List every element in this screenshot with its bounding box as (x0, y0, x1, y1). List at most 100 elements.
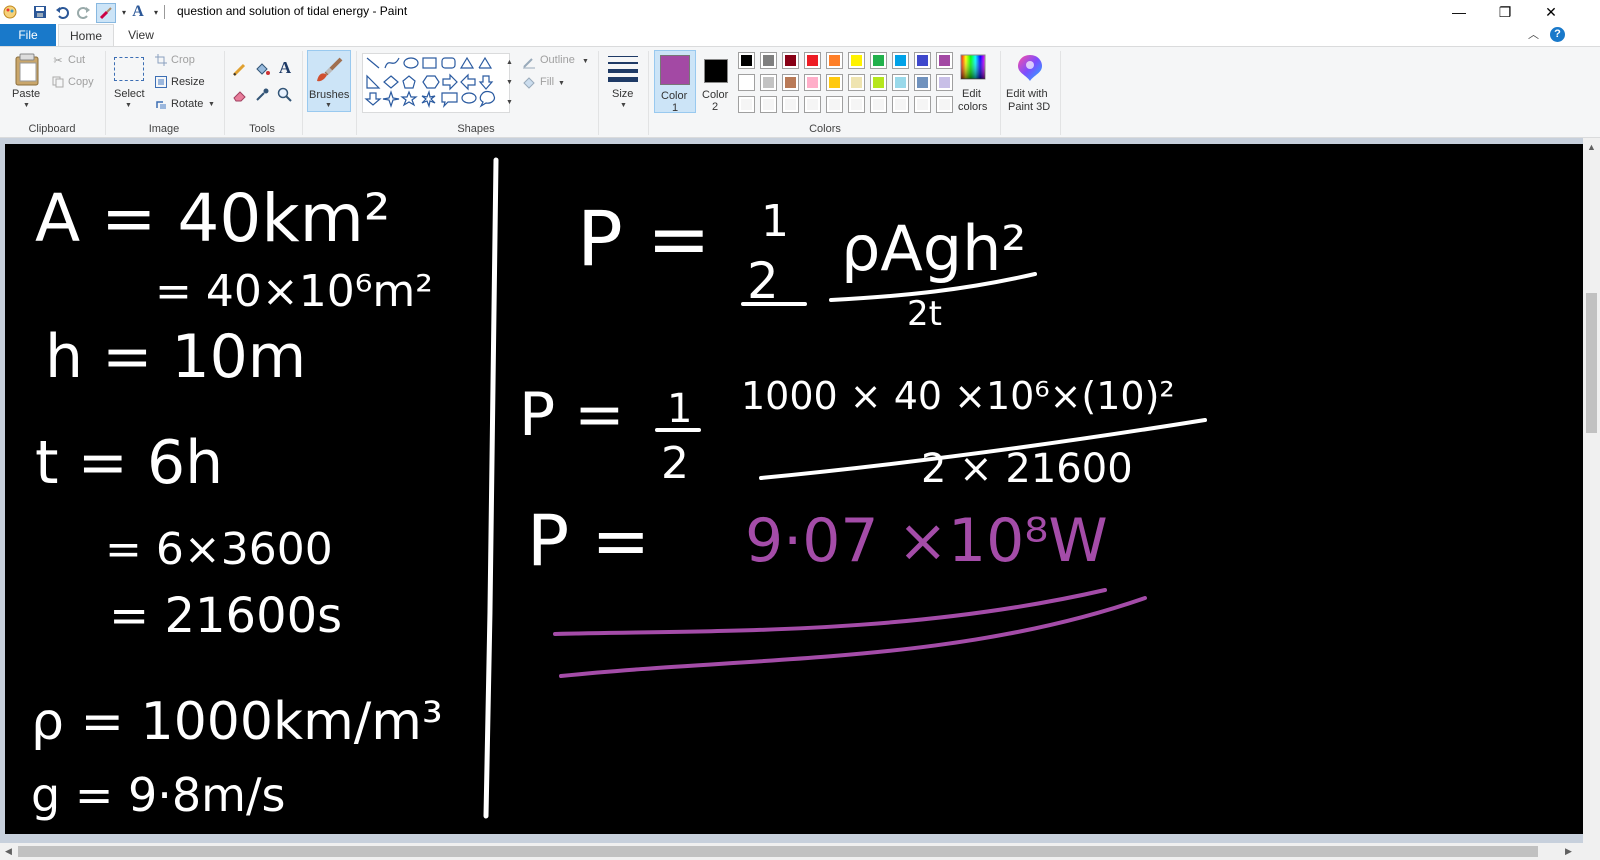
palette-swatch[interactable] (848, 52, 865, 69)
color1-button[interactable]: Color 1 (654, 50, 696, 114)
crop-icon[interactable] (155, 54, 167, 66)
collapse-ribbon-icon[interactable]: ︿ (1528, 26, 1539, 42)
palette-swatch-color (741, 99, 752, 110)
edit-colors-label-line2[interactable]: colors (958, 101, 987, 113)
palette-swatch[interactable] (892, 74, 909, 91)
edit-colors-icon[interactable] (960, 54, 986, 80)
resize-icon[interactable] (155, 76, 167, 88)
palette-swatch[interactable] (804, 96, 821, 113)
save-icon[interactable] (32, 4, 48, 20)
palette-swatch-color (763, 77, 774, 88)
palette-swatch[interactable] (760, 96, 777, 113)
rotate-dropdown-icon[interactable]: ▼ (208, 101, 215, 108)
paint3d-icon[interactable] (1016, 53, 1044, 83)
shapes-scroll-up-icon[interactable]: ▲ (506, 59, 513, 66)
text-tool-icon[interactable]: A (277, 58, 293, 77)
outline-dropdown-icon[interactable]: ▼ (582, 58, 589, 65)
rotate-button[interactable]: Rotate (171, 98, 203, 110)
text-tool-quick-icon[interactable]: A (130, 3, 146, 20)
size-dropdown-icon[interactable]: ▼ (620, 102, 627, 109)
palette-swatch[interactable] (870, 52, 887, 69)
palette-swatch[interactable] (738, 52, 755, 69)
palette-swatch[interactable] (892, 52, 909, 69)
horizontal-scrollbar[interactable]: ◀ ▶ (0, 843, 1583, 860)
paint3d-label-line1[interactable]: Edit with (1006, 88, 1048, 100)
palette-swatch[interactable] (782, 96, 799, 113)
cut-button[interactable]: Cut (68, 54, 85, 66)
select-dropdown-icon[interactable]: ▼ (125, 102, 132, 109)
palette-swatch[interactable] (914, 52, 931, 69)
palette-swatch[interactable] (826, 74, 843, 91)
select-button[interactable]: Select (114, 88, 145, 100)
brushes-button[interactable]: Brushes ▼ (307, 50, 351, 112)
fill-bucket-icon[interactable] (254, 61, 270, 77)
palette-swatch[interactable] (760, 52, 777, 69)
drawing-canvas[interactable]: A = 40km² = 40×10⁶m² h = 10m t = 6h = 6×… (5, 144, 1588, 834)
brush-quick-icon[interactable] (96, 3, 116, 23)
edit-colors-label-line1[interactable]: Edit (962, 88, 981, 100)
vertical-scroll-thumb[interactable] (1586, 293, 1597, 433)
palette-swatch[interactable] (892, 96, 909, 113)
palette-swatch[interactable] (826, 96, 843, 113)
copy-button[interactable]: Copy (68, 76, 94, 88)
palette-swatch[interactable] (848, 74, 865, 91)
shapes-gallery[interactable] (362, 53, 510, 113)
customize-quick-access-icon[interactable]: ▾ (148, 4, 164, 20)
scroll-right-arrow-icon[interactable]: ▶ (1565, 846, 1572, 857)
paint-app-icon[interactable] (2, 4, 18, 20)
pencil-icon[interactable] (232, 61, 248, 77)
scroll-left-arrow-icon[interactable]: ◀ (5, 846, 12, 857)
cut-icon[interactable]: ✂ (52, 54, 64, 67)
fill-dropdown-icon[interactable]: ▼ (558, 80, 565, 87)
palette-swatch[interactable] (782, 52, 799, 69)
undo-icon[interactable] (54, 4, 70, 20)
palette-swatch[interactable] (804, 74, 821, 91)
paste-icon[interactable] (12, 53, 42, 87)
restore-button[interactable]: ❐ (1482, 0, 1528, 24)
magnifier-icon[interactable] (277, 87, 293, 103)
tab-view[interactable]: View (118, 24, 164, 46)
palette-swatch[interactable] (914, 96, 931, 113)
help-icon[interactable]: ? (1550, 27, 1565, 42)
redo-icon[interactable] (76, 4, 92, 20)
shapes-scroll-down-icon[interactable]: ▼ (506, 79, 513, 86)
resize-button[interactable]: Resize (171, 76, 205, 88)
horizontal-scroll-thumb[interactable] (18, 846, 1538, 857)
scroll-up-arrow-icon[interactable]: ▲ (1587, 142, 1596, 152)
eraser-icon[interactable] (232, 87, 248, 103)
close-button[interactable]: ✕ (1528, 0, 1574, 24)
vertical-scrollbar[interactable]: ▲ (1583, 138, 1600, 843)
palette-swatch[interactable] (848, 96, 865, 113)
palette-swatch[interactable] (826, 52, 843, 69)
size-button[interactable]: Size (612, 88, 633, 100)
paste-button[interactable]: Paste (12, 88, 40, 100)
palette-swatch[interactable] (738, 74, 755, 91)
outline-button[interactable]: Outline (540, 54, 575, 66)
palette-swatch[interactable] (936, 52, 953, 69)
palette-swatch[interactable] (870, 96, 887, 113)
paint3d-label-line2[interactable]: Paint 3D (1008, 101, 1050, 113)
size-icon[interactable] (606, 53, 640, 83)
palette-swatch[interactable] (936, 74, 953, 91)
fill-icon[interactable] (522, 76, 536, 90)
palette-swatch[interactable] (782, 74, 799, 91)
tab-file[interactable]: File (0, 24, 56, 46)
palette-swatch[interactable] (760, 74, 777, 91)
paste-dropdown-icon[interactable]: ▼ (23, 102, 30, 109)
minimize-button[interactable]: — (1436, 0, 1482, 24)
copy-icon[interactable] (52, 76, 64, 88)
outline-icon[interactable] (522, 55, 536, 69)
shapes-expand-icon[interactable]: ▼ (506, 99, 513, 106)
palette-swatch[interactable] (870, 74, 887, 91)
palette-swatch[interactable] (914, 74, 931, 91)
tab-home[interactable]: Home (58, 24, 114, 46)
crop-button[interactable]: Crop (171, 54, 195, 66)
color2-button[interactable]: Color 2 (698, 50, 734, 113)
color-picker-icon[interactable] (254, 87, 270, 103)
fill-button[interactable]: Fill (540, 76, 554, 88)
select-icon[interactable] (114, 57, 144, 81)
palette-swatch[interactable] (804, 52, 821, 69)
palette-swatch[interactable] (738, 96, 755, 113)
rotate-icon[interactable] (155, 98, 167, 110)
palette-swatch[interactable] (936, 96, 953, 113)
